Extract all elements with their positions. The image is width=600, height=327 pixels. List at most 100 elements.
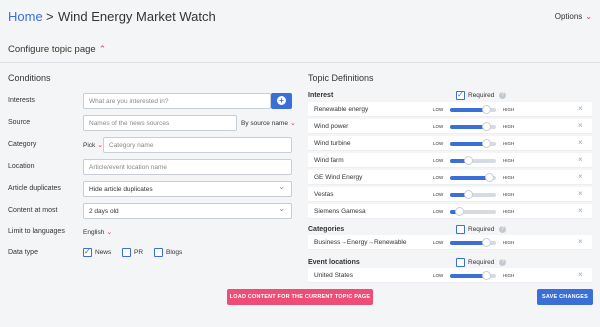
news-checkbox[interactable] xyxy=(83,247,92,257)
source-input[interactable]: Names of the news sources xyxy=(83,115,237,131)
importance-slider[interactable] xyxy=(450,122,496,131)
categories-heading: Categories xyxy=(308,226,345,233)
slider-handle[interactable] xyxy=(455,207,464,216)
list-item: Wind power LOW HIGH × xyxy=(308,119,592,134)
close-icon[interactable]: × xyxy=(578,172,583,181)
importance-slider[interactable] xyxy=(450,105,496,114)
page-header: Home > Wind Energy Market Watch Options ⌄ xyxy=(0,0,600,36)
help-icon[interactable]: ? xyxy=(499,226,506,233)
slider-handle[interactable] xyxy=(482,105,491,114)
blogs-checkbox[interactable] xyxy=(154,248,163,257)
data-type-label: Data type xyxy=(8,249,38,256)
category-pick-dropdown[interactable]: Pick ⌄ xyxy=(83,141,103,149)
category-pick-label: Pick xyxy=(83,142,96,149)
list-item: GE Wind Energy LOW HIGH × xyxy=(308,170,592,185)
importance-slider[interactable] xyxy=(450,139,496,148)
importance-slider[interactable] xyxy=(450,173,496,182)
high-label: HIGH xyxy=(503,158,515,163)
importance-slider[interactable] xyxy=(450,271,496,280)
topic-definitions-title: Topic Definitions xyxy=(308,73,374,83)
save-changes-button[interactable]: SAVE CHANGES xyxy=(537,289,593,305)
item-name: Renewable energy xyxy=(314,106,369,113)
close-icon[interactable]: × xyxy=(578,270,583,279)
item-name: Siemens Gamesa xyxy=(314,208,366,215)
interests-input[interactable]: What are you interested in? xyxy=(83,93,271,109)
high-label: HIGH xyxy=(503,141,515,146)
close-icon[interactable]: × xyxy=(578,138,583,147)
list-item: Renewable energy LOW HIGH × xyxy=(308,102,592,117)
close-icon[interactable]: × xyxy=(578,237,583,246)
chevron-down-icon: ⌄ xyxy=(289,120,296,127)
slider-handle[interactable] xyxy=(464,190,473,199)
slider-fill xyxy=(450,176,489,180)
slider-fill xyxy=(450,125,486,129)
slider-handle[interactable] xyxy=(482,238,491,247)
page-title: Wind Energy Market Watch xyxy=(58,9,216,24)
close-icon[interactable]: × xyxy=(578,155,583,164)
slider-fill xyxy=(450,142,486,146)
slider-handle[interactable] xyxy=(485,173,494,182)
low-label: LOW xyxy=(433,240,444,245)
event-locations-required-checkbox[interactable] xyxy=(456,258,465,267)
options-label: Options xyxy=(554,12,583,21)
load-content-button[interactable]: LOAD CONTENT FOR THE CURRENT TOPIC PAGE xyxy=(227,289,373,305)
source-label: Source xyxy=(8,119,31,126)
event-locations-heading: Event locations xyxy=(308,259,360,266)
interest-required-checkbox[interactable] xyxy=(456,90,465,100)
list-item: Business→Energy→Renewable LOW HIGH × xyxy=(308,235,592,250)
event-locations-required-label: Required xyxy=(468,259,495,266)
close-icon[interactable]: × xyxy=(578,206,583,215)
low-label: LOW xyxy=(433,175,444,180)
content-age-select[interactable]: 2 days old xyxy=(83,203,292,219)
close-icon[interactable]: × xyxy=(578,189,583,198)
slider-handle[interactable] xyxy=(464,156,473,165)
low-label: LOW xyxy=(433,107,444,112)
breadcrumb-separator: > xyxy=(46,9,54,24)
importance-slider[interactable] xyxy=(450,190,496,199)
chevron-down-icon: ⌄ xyxy=(106,229,113,236)
slider-handle[interactable] xyxy=(482,139,491,148)
interest-required-label: Required xyxy=(468,92,495,99)
plus-icon: + xyxy=(277,96,286,105)
low-label: LOW xyxy=(433,209,444,214)
slider-handle[interactable] xyxy=(482,271,491,280)
interest-heading: Interest xyxy=(308,92,334,99)
source-mode-label: By source name xyxy=(241,120,288,127)
high-label: HIGH xyxy=(503,209,515,214)
list-item: Wind farm LOW HIGH × xyxy=(308,153,592,168)
item-name: Wind power xyxy=(314,123,349,130)
options-menu[interactable]: Options ⌄ xyxy=(555,12,592,21)
close-icon[interactable]: × xyxy=(578,121,583,130)
high-label: HIGH xyxy=(503,240,515,245)
content-at-most-label: Content at most xyxy=(8,207,58,214)
language-dropdown[interactable]: English ⌄ xyxy=(83,228,112,236)
help-icon[interactable]: ? xyxy=(499,259,506,266)
item-name: Business→Energy→Renewable xyxy=(314,239,407,246)
categories-required-checkbox[interactable] xyxy=(456,225,465,234)
item-name: Wind farm xyxy=(314,157,344,164)
divider xyxy=(0,62,600,63)
duplicates-select[interactable]: Hide article duplicates xyxy=(83,181,292,197)
close-icon[interactable]: × xyxy=(578,104,583,113)
configure-label: Configure topic page xyxy=(8,44,96,55)
source-mode-dropdown[interactable]: By source name ⌄ xyxy=(241,119,296,127)
languages-label: Limit to languages xyxy=(8,228,65,235)
slider-handle[interactable] xyxy=(482,122,491,131)
interests-label: Interests xyxy=(8,97,35,104)
configure-topic-toggle[interactable]: Configure topic page ⌃ xyxy=(8,44,106,55)
list-item: United States LOW HIGH × xyxy=(308,268,592,283)
importance-slider[interactable] xyxy=(450,207,496,216)
help-icon[interactable]: ? xyxy=(499,92,506,99)
breadcrumb-home-link[interactable]: Home xyxy=(8,9,43,24)
pr-checkbox[interactable] xyxy=(122,248,131,257)
low-label: LOW xyxy=(433,158,444,163)
add-interest-button[interactable]: + xyxy=(271,93,292,109)
location-input[interactable]: Article/event location name xyxy=(83,159,292,175)
importance-slider[interactable] xyxy=(450,238,496,247)
conditions-title: Conditions xyxy=(8,73,51,83)
importance-slider[interactable] xyxy=(450,156,496,165)
category-input[interactable]: Category name xyxy=(103,137,292,153)
low-label: LOW xyxy=(433,273,444,278)
slider-fill xyxy=(450,108,486,112)
high-label: HIGH xyxy=(503,124,515,129)
